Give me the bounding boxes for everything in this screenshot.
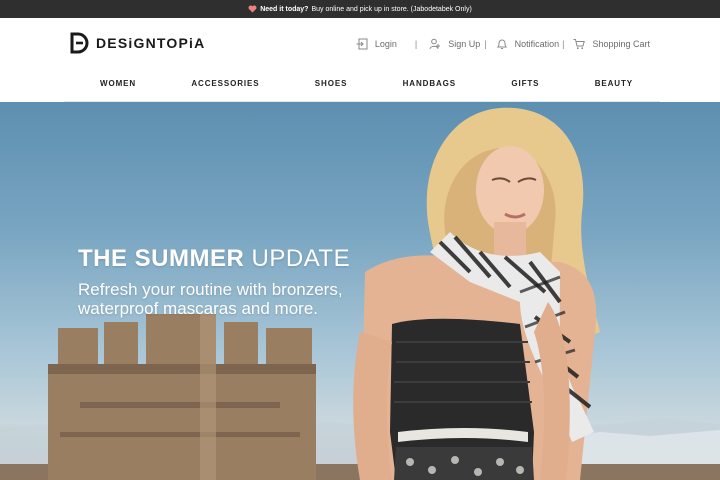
signup-label: Sign Up [448,39,481,49]
login-label: Login [374,39,397,49]
user-icon [429,38,441,50]
promo-text: Buy online and pick up in store. (Jabode… [311,5,472,13]
nav-item-shoes[interactable]: SHOES [315,79,348,88]
hero-subtitle: Refresh your routine with bronzers, wate… [78,280,343,318]
page: Need it today? Buy online and pick up in… [0,0,720,480]
heart-icon [248,5,257,13]
separator: | [562,39,565,49]
hero-title-bold: THE SUMMER [78,245,245,272]
cart-icon [573,39,586,50]
designtopia-logo-icon [70,32,89,54]
hero-title-light: UPDATE [251,245,351,272]
cart-label: Shopping Cart [592,39,650,49]
site-header: DESiGNTOPiA Login | Sign Up | Notificati… [0,18,720,102]
main-nav: WOMEN ACCESSORIES SHOES HANDBAGS GIFTS B… [64,66,660,102]
nav-item-handbags[interactable]: HANDBAGS [403,79,456,88]
nav-item-beauty[interactable]: BEAUTY [595,79,633,88]
separator: | [414,39,418,49]
brand-logo[interactable]: DESiGNTOPiA [69,31,205,55]
hero-title: THE SUMMER UPDATE [78,245,350,273]
brand-name: DESiGNTOPiA [96,35,206,51]
utility-menu: Login | Sign Up | Notification | Shoppin… [356,38,650,50]
promo-bold-text: Need it today? [260,5,309,13]
signup-link[interactable]: Sign Up [429,38,480,50]
shopping-cart-link[interactable]: Shopping Cart [573,38,650,50]
bell-icon [496,39,507,49]
promo-bar: Need it today? Buy online and pick up in… [0,0,720,18]
notification-link[interactable]: Notification [496,38,560,50]
nav-item-accessories[interactable]: ACCESSORIES [191,79,259,88]
separator: | [484,39,487,49]
nav-item-gifts[interactable]: GIFTS [511,79,539,88]
notification-label: Notification [514,39,560,49]
hero-banner[interactable]: THE SUMMER UPDATE Refresh your routine w… [0,102,720,480]
login-icon [356,38,368,50]
nav-item-women[interactable]: WOMEN [100,79,136,88]
login-link[interactable]: Login [356,38,397,50]
